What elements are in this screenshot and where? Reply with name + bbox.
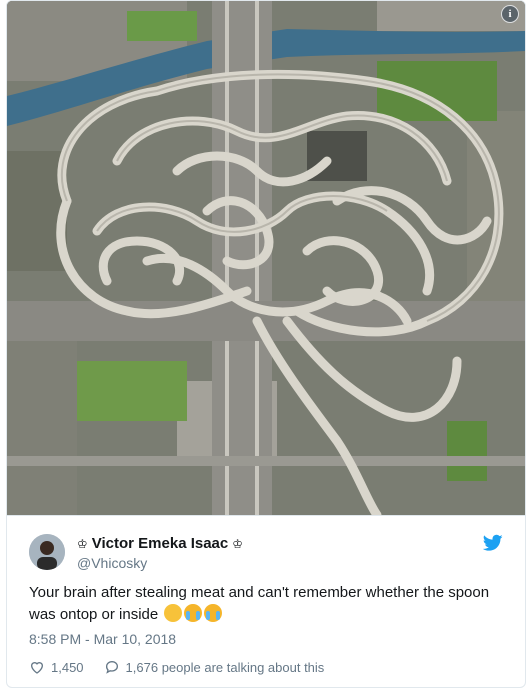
highway-brain-illustration xyxy=(7,1,525,515)
tweet-text: Your brain after stealing meat and can't… xyxy=(29,582,509,626)
crown-icon: ♔ xyxy=(77,536,88,551)
thinking-face-emoji xyxy=(164,604,183,622)
heart-icon[interactable] xyxy=(29,659,45,675)
crown-icon: ♔ xyxy=(232,536,244,551)
tweet-timestamp[interactable]: 8:58 PM - Mar 10, 2018 xyxy=(29,631,176,647)
avatar[interactable] xyxy=(29,534,65,570)
embedded-tweet-card[interactable]: i ♔ Victor Emeka Isaac ♔ @Vhicosky Your … xyxy=(6,0,526,688)
info-icon[interactable]: i xyxy=(501,5,519,23)
tweet-actions: 1,450 1,676 people are talking about thi… xyxy=(29,659,324,675)
like-count[interactable]: 1,450 xyxy=(51,660,84,675)
tweet-image[interactable]: i xyxy=(7,1,525,515)
twitter-bird-icon[interactable] xyxy=(483,534,503,552)
author-name-row[interactable]: ♔ Victor Emeka Isaac ♔ xyxy=(77,535,243,552)
tweet-text-content: Your brain after stealing meat and can't… xyxy=(29,584,490,623)
loudly-crying-face-emoji xyxy=(204,604,223,622)
author-name[interactable]: Victor Emeka Isaac xyxy=(92,535,228,552)
tweet-body: ♔ Victor Emeka Isaac ♔ @Vhicosky Your br… xyxy=(7,515,525,687)
author-handle[interactable]: @Vhicosky xyxy=(77,555,147,571)
talking-count[interactable]: 1,676 people are talking about this xyxy=(126,660,325,675)
comment-icon[interactable] xyxy=(104,659,120,675)
avatar-image xyxy=(29,534,65,570)
loudly-crying-face-emoji xyxy=(184,604,203,622)
